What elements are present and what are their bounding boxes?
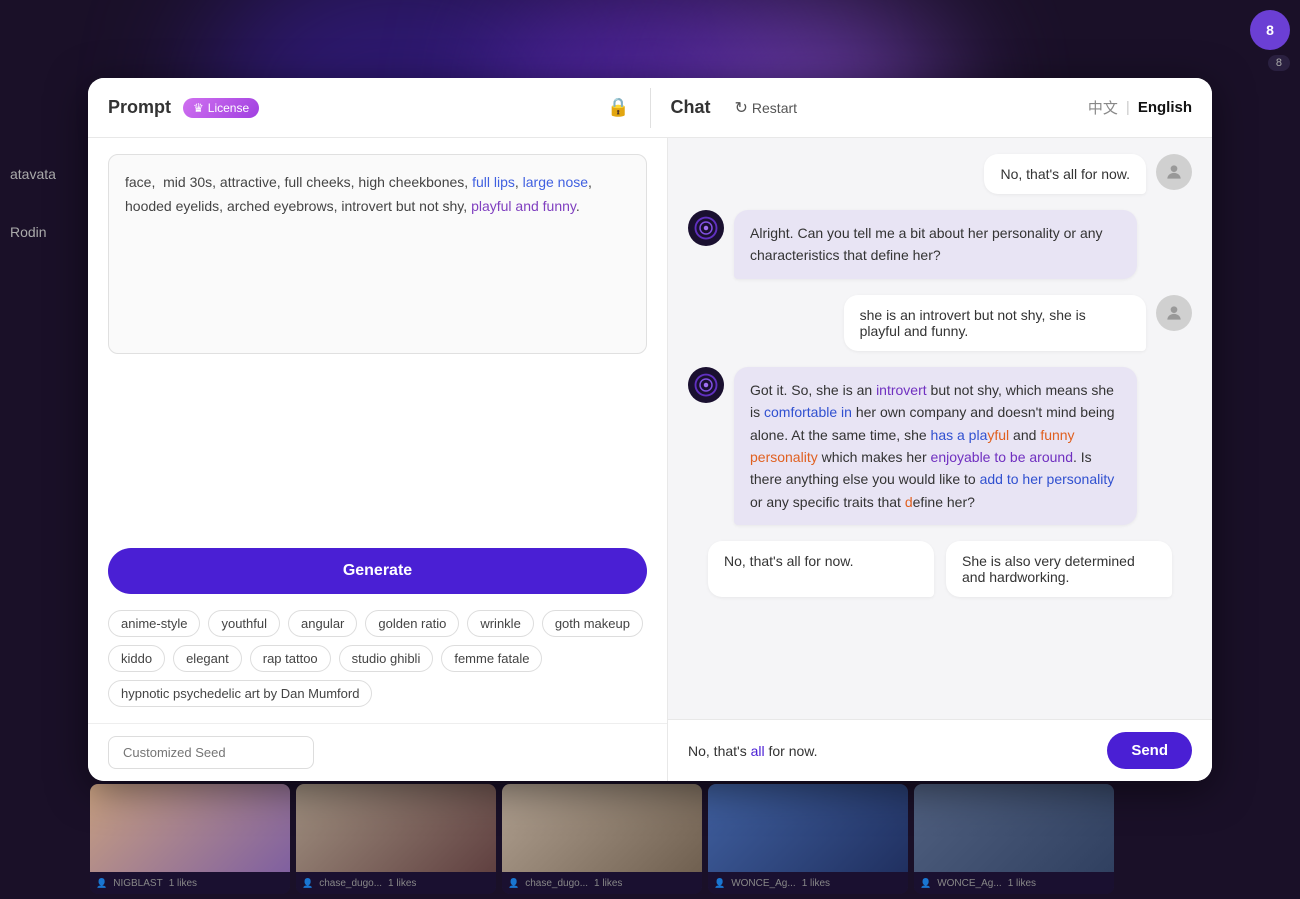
- tag-chip[interactable]: hypnotic psychedelic art by Dan Mumford: [108, 680, 372, 707]
- gallery-item[interactable]: 👤 chase_dugo... 1 likes: [502, 784, 702, 894]
- suggested-replies: No, that's all for now. She is also very…: [688, 541, 1192, 597]
- prompt-display[interactable]: face, mid 30s, attractive, full cheeks, …: [108, 154, 647, 354]
- lang-divider: |: [1126, 99, 1130, 116]
- lang-en-button[interactable]: English: [1138, 99, 1192, 116]
- gallery-item[interactable]: 👤 NIGBLAST 1 likes: [90, 784, 290, 894]
- chat-panel: No, that's all for now.: [668, 138, 1212, 781]
- prompt-panel: face, mid 30s, attractive, full cheeks, …: [88, 138, 668, 781]
- tag-chip[interactable]: youthful: [208, 610, 280, 637]
- gallery-strip: 👤 NIGBLAST 1 likes 👤 chase_dugo... 1 lik…: [90, 779, 1300, 899]
- chat-messages: No, that's all for now.: [668, 138, 1212, 719]
- tag-chip[interactable]: femme fatale: [441, 645, 542, 672]
- suggested-reply-1[interactable]: No, that's all for now.: [708, 541, 934, 597]
- user-bubble: she is an introvert but not shy, she is …: [844, 295, 1146, 351]
- tag-chip[interactable]: rap tattoo: [250, 645, 331, 672]
- header-right: Chat ↻ Restart 中文 | English: [671, 94, 1193, 122]
- gallery-item[interactable]: 👤 WONCE_Ag... 1 likes: [708, 784, 908, 894]
- ai-bubble: Alright. Can you tell me a bit about her…: [734, 210, 1137, 279]
- tag-chip[interactable]: anime-style: [108, 610, 200, 637]
- prompt-title: Prompt: [108, 97, 171, 118]
- modal-header: Prompt ♛ License 🔒 Chat ↻ Restart 中文 | E…: [88, 78, 1212, 138]
- prompt-textarea-container: face, mid 30s, attractive, full cheeks, …: [88, 138, 667, 548]
- tag-chip[interactable]: kiddo: [108, 645, 165, 672]
- gallery-item[interactable]: 👤 chase_dugo... 1 likes: [296, 784, 496, 894]
- suggested-reply-2[interactable]: She is also very determined and hardwork…: [946, 541, 1172, 597]
- tag-chip[interactable]: golden ratio: [365, 610, 459, 637]
- user-avatar: [1156, 295, 1192, 331]
- chat-title: Chat: [671, 97, 711, 118]
- send-button[interactable]: Send: [1107, 732, 1192, 769]
- user-bubble: No, that's all for now.: [984, 154, 1146, 194]
- prompt-footer: [88, 723, 667, 781]
- tag-chip[interactable]: goth makeup: [542, 610, 643, 637]
- ai-avatar: [688, 367, 724, 403]
- license-badge[interactable]: ♛ License: [183, 98, 259, 118]
- message-user: No, that's all for now.: [688, 154, 1192, 194]
- user-avatar-top[interactable]: 8: [1250, 10, 1290, 50]
- tag-chip[interactable]: wrinkle: [467, 610, 533, 637]
- message-user: she is an introvert but not shy, she is …: [688, 295, 1192, 351]
- restart-button[interactable]: ↻ Restart: [727, 94, 806, 122]
- tag-chip[interactable]: angular: [288, 610, 357, 637]
- user-avatar: [1156, 154, 1192, 190]
- user-badge-top: 8: [1268, 55, 1290, 71]
- generate-button[interactable]: Generate: [108, 548, 647, 594]
- sidebar-hint: atavata Rodin: [0, 150, 66, 256]
- message-ai: Got it. So, she is an introvert but not …: [688, 367, 1192, 525]
- tag-chip[interactable]: elegant: [173, 645, 242, 672]
- main-modal: Prompt ♛ License 🔒 Chat ↻ Restart 中文 | E…: [88, 78, 1212, 781]
- chat-input-area: No, that's all for now. Send: [668, 719, 1212, 781]
- lock-icon: 🔒: [607, 97, 629, 118]
- lang-zh-button[interactable]: 中文: [1088, 97, 1118, 118]
- tag-chip[interactable]: studio ghibli: [339, 645, 434, 672]
- gallery-item[interactable]: 👤 WONCE_Ag... 1 likes: [914, 784, 1114, 894]
- ai-avatar: [688, 210, 724, 246]
- tag-container: anime-style youthful angular golden rati…: [88, 610, 667, 723]
- ai-bubble: Got it. So, she is an introvert but not …: [734, 367, 1137, 525]
- language-switcher: 中文 | English: [1088, 97, 1192, 118]
- seed-input[interactable]: [108, 736, 314, 769]
- chat-input-display: No, that's all for now.: [688, 735, 1095, 767]
- header-divider: [650, 88, 651, 128]
- modal-body: face, mid 30s, attractive, full cheeks, …: [88, 138, 1212, 781]
- header-left: Prompt ♛ License 🔒: [108, 97, 630, 118]
- message-ai: Alright. Can you tell me a bit about her…: [688, 210, 1192, 279]
